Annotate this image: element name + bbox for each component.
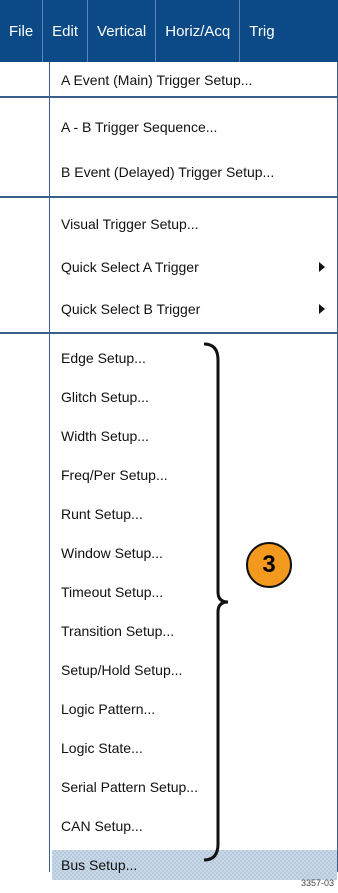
bracket-annotation <box>203 342 229 862</box>
menu-separator <box>0 96 338 98</box>
callout-number-badge: 3 <box>246 542 292 588</box>
trig-dropdown-menu: A Event (Main) Trigger Setup... A - B Tr… <box>0 62 338 880</box>
menu-item-a-event-trigger-setup[interactable]: A Event (Main) Trigger Setup... <box>61 65 337 95</box>
menu-horiz-acq[interactable]: Horiz/Acq <box>156 0 241 62</box>
menu-item-b-event-trigger-setup[interactable]: B Event (Delayed) Trigger Setup... <box>61 157 337 187</box>
menu-icon-gutter <box>0 62 50 872</box>
menu-item-a-b-trigger-sequence[interactable]: A - B Trigger Sequence... <box>61 112 337 142</box>
menu-separator <box>0 196 338 198</box>
menu-item-quick-select-a-trigger[interactable]: Quick Select A Trigger <box>61 252 337 282</box>
menu-file[interactable]: File <box>0 0 44 62</box>
menu-item-window-setup[interactable]: Window Setup... <box>61 538 337 568</box>
menu-bar: File Edit Vertical Horiz/Acq Trig <box>0 0 338 62</box>
menu-item-setup-hold-setup[interactable]: Setup/Hold Setup... <box>61 655 337 685</box>
menu-item-label: Quick Select A Trigger <box>61 259 199 275</box>
menu-item-freq-per-setup[interactable]: Freq/Per Setup... <box>61 460 337 490</box>
menu-separator <box>0 332 338 334</box>
menu-item-can-setup[interactable]: CAN Setup... <box>61 811 337 841</box>
figure-id: 3357-03 <box>300 878 334 888</box>
menu-item-glitch-setup[interactable]: Glitch Setup... <box>61 382 337 412</box>
chevron-right-icon <box>319 304 325 314</box>
menu-item-label: Quick Select B Trigger <box>61 301 201 317</box>
menu-trig[interactable]: Trig <box>240 0 283 62</box>
menu-item-transition-setup[interactable]: Transition Setup... <box>61 616 337 646</box>
menu-item-bus-setup[interactable]: Bus Setup... <box>52 850 337 880</box>
menu-item-edge-setup[interactable]: Edge Setup... <box>61 343 337 373</box>
chevron-right-icon <box>319 262 325 272</box>
menu-item-timeout-setup[interactable]: Timeout Setup... <box>61 577 337 607</box>
menu-item-logic-state[interactable]: Logic State... <box>61 733 337 763</box>
menu-item-width-setup[interactable]: Width Setup... <box>61 421 337 451</box>
menu-item-serial-pattern-setup[interactable]: Serial Pattern Setup... <box>61 772 337 802</box>
menu-vertical[interactable]: Vertical <box>88 0 157 62</box>
menu-item-visual-trigger-setup[interactable]: Visual Trigger Setup... <box>61 209 337 239</box>
menu-item-logic-pattern[interactable]: Logic Pattern... <box>61 694 337 724</box>
menu-edit[interactable]: Edit <box>43 0 89 62</box>
menu-item-runt-setup[interactable]: Runt Setup... <box>61 499 337 529</box>
menu-item-quick-select-b-trigger[interactable]: Quick Select B Trigger <box>61 294 337 324</box>
